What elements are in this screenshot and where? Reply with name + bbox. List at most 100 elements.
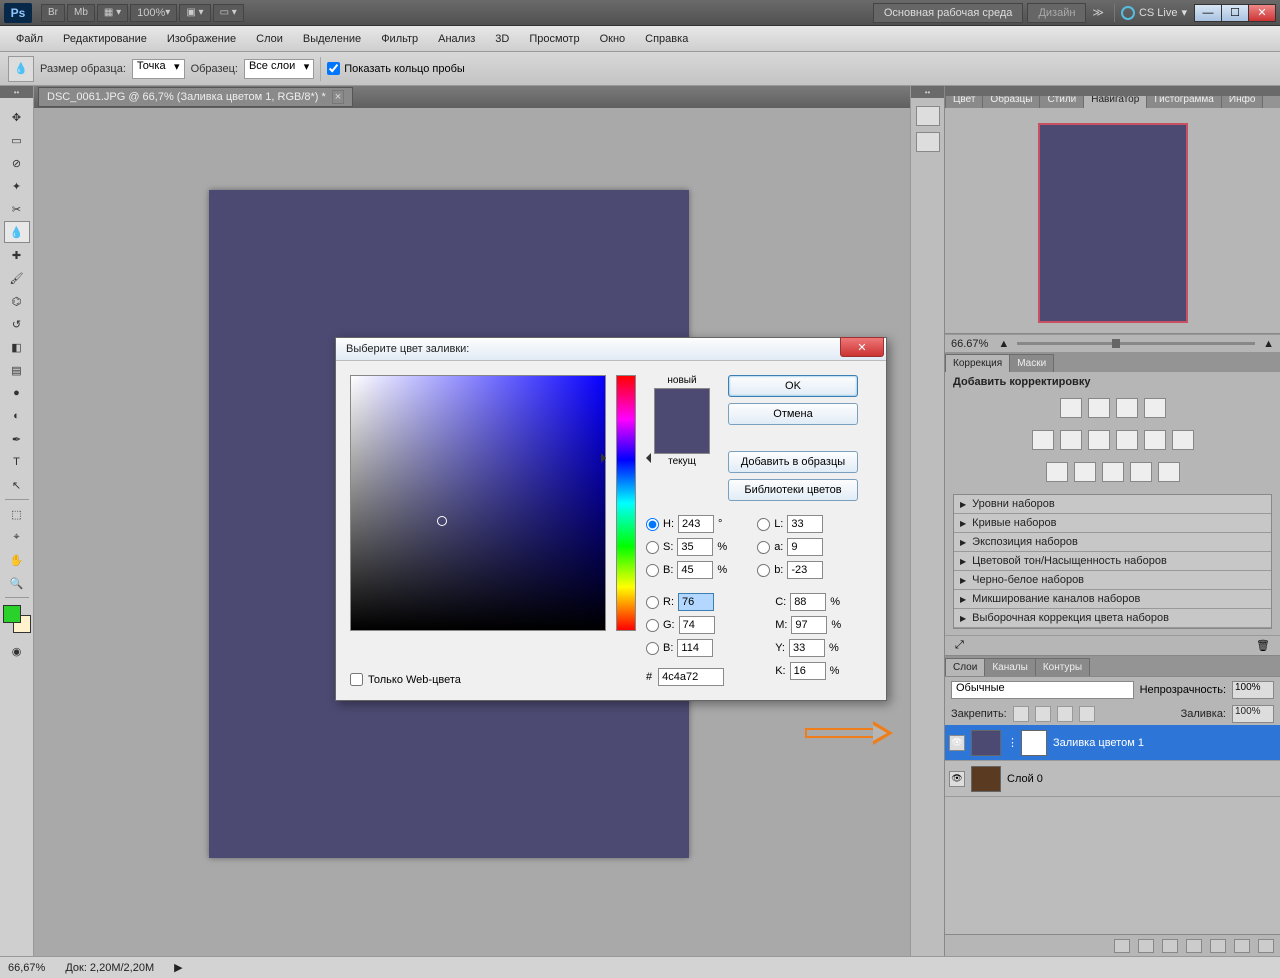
fill-value[interactable]: 100%: [1232, 705, 1274, 723]
zoom-dropdown[interactable]: 100% ▾: [130, 4, 177, 22]
adj-trash-icon[interactable]: 🗑: [1256, 639, 1270, 652]
eraser-tool[interactable]: ◧: [4, 336, 30, 358]
adj-invert-icon[interactable]: [1046, 462, 1068, 482]
hue-slider[interactable]: [616, 375, 636, 631]
layer-row[interactable]: 👁 ⋮ Заливка цветом 1: [945, 725, 1280, 761]
history-brush-tool[interactable]: ↺: [4, 313, 30, 335]
fg-color-swatch[interactable]: [3, 605, 21, 623]
s-radio[interactable]: [646, 541, 659, 554]
ok-button[interactable]: OK: [728, 375, 858, 397]
blur-tool[interactable]: ●: [4, 382, 30, 404]
3d-tool[interactable]: ⬚: [4, 503, 30, 525]
mask-icon[interactable]: [1162, 939, 1178, 953]
brush-tool[interactable]: 🖌: [4, 267, 30, 289]
preset-item[interactable]: ▶Цветовой тон/Насыщенность наборов: [954, 552, 1271, 571]
layer-thumb[interactable]: [971, 730, 1001, 756]
tab-adjustments[interactable]: Коррекция: [945, 354, 1010, 372]
marquee-tool[interactable]: ▭: [4, 129, 30, 151]
a-radio[interactable]: [757, 541, 770, 554]
lasso-tool[interactable]: ⊘: [4, 152, 30, 174]
l-radio[interactable]: [757, 518, 770, 531]
tab-paths[interactable]: Контуры: [1035, 658, 1090, 676]
l-input[interactable]: [787, 515, 823, 533]
window-close-button[interactable]: ✕: [1248, 4, 1276, 22]
adj-expand-icon[interactable]: ⤢: [955, 639, 964, 652]
path-tool[interactable]: ↖: [4, 474, 30, 496]
r-input[interactable]: [678, 593, 714, 611]
color-swatches[interactable]: [3, 605, 31, 633]
layer-row[interactable]: 👁 Слой 0: [945, 761, 1280, 797]
y-input[interactable]: [789, 639, 825, 657]
dialog-titlebar[interactable]: Выберите цвет заливки: ✕: [336, 338, 886, 361]
layer-mask[interactable]: [1021, 730, 1047, 756]
adj-poster-icon[interactable]: [1074, 462, 1096, 482]
pen-tool[interactable]: ✒: [4, 428, 30, 450]
screen-mode-button[interactable]: ▭ ▾: [213, 4, 244, 22]
window-maximize-button[interactable]: ☐: [1221, 4, 1249, 22]
adj-gradmap-icon[interactable]: [1130, 462, 1152, 482]
visibility-icon[interactable]: 👁: [949, 771, 965, 787]
preset-item[interactable]: ▶Выборочная коррекция цвета наборов: [954, 609, 1271, 628]
crop-tool[interactable]: ✂: [4, 198, 30, 220]
cancel-button[interactable]: Отмена: [728, 403, 858, 425]
stamp-tool[interactable]: ⌬: [4, 290, 30, 312]
blend-mode-select[interactable]: Обычные: [951, 681, 1134, 699]
cslive-button[interactable]: CS Live▾: [1121, 6, 1187, 20]
heal-tool[interactable]: ✚: [4, 244, 30, 266]
menu-layer[interactable]: Слои: [246, 29, 293, 49]
menu-select[interactable]: Выделение: [293, 29, 371, 49]
s-input[interactable]: [677, 538, 713, 556]
lab-b-radio[interactable]: [757, 564, 770, 577]
bb-radio[interactable]: [646, 642, 659, 655]
sample-select[interactable]: Все слои ▾: [244, 59, 314, 79]
tab-channels[interactable]: Каналы: [984, 658, 1036, 676]
b-radio[interactable]: [646, 564, 659, 577]
doc-tab[interactable]: DSC_0061.JPG @ 66,7% (Заливка цветом 1, …: [38, 87, 353, 107]
opacity-value[interactable]: 100%: [1232, 681, 1274, 699]
move-tool[interactable]: ✥: [4, 106, 30, 128]
menu-image[interactable]: Изображение: [157, 29, 246, 49]
wand-tool[interactable]: ✦: [4, 175, 30, 197]
layer-thumb[interactable]: [971, 766, 1001, 792]
adj-mixer-icon[interactable]: [1172, 430, 1194, 450]
preset-item[interactable]: ▶Уровни наборов: [954, 495, 1271, 514]
preset-item[interactable]: ▶Экспозиция наборов: [954, 533, 1271, 552]
preset-item[interactable]: ▶Кривые наборов: [954, 514, 1271, 533]
dialog-close-button[interactable]: ✕: [840, 337, 884, 357]
launch-bridge-button[interactable]: Br: [41, 4, 65, 22]
workspace-main-button[interactable]: Основная рабочая среда: [873, 3, 1024, 23]
menu-filter[interactable]: Фильтр: [371, 29, 428, 49]
new-layer-icon[interactable]: [1234, 939, 1250, 953]
c-input[interactable]: [790, 593, 826, 611]
tab-layers[interactable]: Слои: [945, 658, 985, 676]
fx-icon[interactable]: [1138, 939, 1154, 953]
window-minimize-button[interactable]: —: [1194, 4, 1222, 22]
menu-3d[interactable]: 3D: [485, 29, 519, 49]
workspace-more-icon[interactable]: ≫: [1088, 6, 1108, 19]
lock-transparent-icon[interactable]: [1079, 706, 1095, 722]
hand-tool[interactable]: ✋: [4, 549, 30, 571]
r-radio[interactable]: [646, 596, 659, 609]
history-icon[interactable]: [916, 132, 940, 152]
tool-preset-icon[interactable]: 💧: [8, 56, 34, 82]
group-icon[interactable]: [1210, 939, 1226, 953]
adj-hue-icon[interactable]: [1060, 430, 1082, 450]
adj-photo-icon[interactable]: [1144, 430, 1166, 450]
add-swatch-button[interactable]: Добавить в образцы: [728, 451, 858, 473]
menu-view[interactable]: Просмотр: [519, 29, 589, 49]
quickmask-tool[interactable]: ◉: [4, 640, 30, 662]
sample-size-select[interactable]: Точка ▾: [132, 59, 185, 79]
g-input[interactable]: [679, 616, 715, 634]
color-field[interactable]: [350, 375, 606, 631]
hex-input[interactable]: [658, 668, 724, 686]
adj-curves-icon[interactable]: [1116, 398, 1138, 418]
workspace-design-button[interactable]: Дизайн: [1027, 3, 1086, 23]
color-libs-button[interactable]: Библиотеки цветов: [728, 479, 858, 501]
navigator-thumb[interactable]: [1038, 123, 1188, 323]
h-input[interactable]: [678, 515, 714, 533]
menu-analysis[interactable]: Анализ: [428, 29, 485, 49]
menu-help[interactable]: Справка: [635, 29, 698, 49]
mini-bridge-icon[interactable]: [916, 106, 940, 126]
lock-position-icon[interactable]: [1035, 706, 1051, 722]
zoom-tool[interactable]: 🔍: [4, 572, 30, 594]
